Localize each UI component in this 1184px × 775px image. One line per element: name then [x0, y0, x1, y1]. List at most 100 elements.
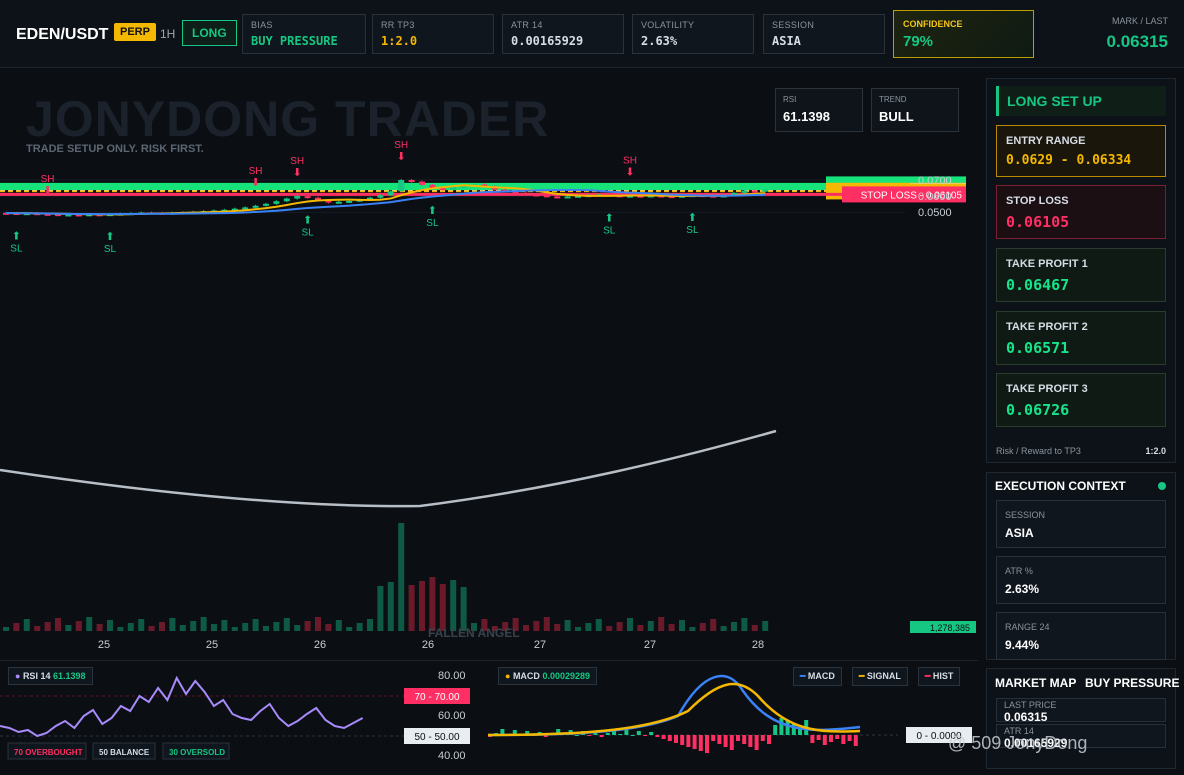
arrow-down-icon: ⬇: [251, 177, 260, 189]
volume-bar: [533, 621, 540, 631]
candle-body: [252, 205, 259, 208]
macd-hist-bar: [705, 735, 709, 753]
x-tick-label: 26: [422, 639, 434, 651]
timeframe-label[interactable]: 1H: [160, 27, 175, 41]
candle-body: [387, 191, 394, 196]
macd-key: ━ MACD: [793, 667, 842, 686]
volume-bar: [231, 627, 238, 631]
exec-range: RANGE 24 9.44%: [996, 612, 1166, 660]
volume-bar: [3, 627, 9, 631]
swing-low-label: SL: [10, 243, 23, 254]
volume-bar: [439, 584, 446, 631]
rsi-tick-label: 40.00: [438, 750, 466, 762]
macd-hist-bar: [661, 735, 666, 739]
volume-bar: [315, 617, 321, 631]
volume-bar: [55, 618, 61, 631]
volume-bar: [283, 618, 290, 631]
x-tick-label: 26: [314, 639, 326, 651]
rsi-tick-label: 60.00: [438, 710, 466, 722]
x-tick-label: 27: [644, 639, 656, 651]
signal-line: [487, 682, 861, 737]
center-watermark: FALLEN ANGEL: [428, 626, 520, 640]
volume-bar: [419, 581, 425, 631]
volume-bar: [408, 585, 415, 631]
volume-bar: [127, 623, 134, 631]
arrow-down-icon: ⬇: [397, 151, 406, 163]
swing-low-label: SL: [301, 228, 314, 239]
price-chart[interactable]: FALLEN ANGELTAKE PROFIT 3 - 0.06726TAKE …: [0, 68, 978, 658]
macd-hist-bar: [841, 735, 846, 744]
volume-bar: [575, 627, 581, 631]
macd-hist-bar: [816, 735, 821, 740]
arrow-up-icon: ⬆: [12, 230, 21, 242]
execution-title: EXECUTION CONTEXT: [995, 479, 1126, 493]
macd-hist-bar: [643, 735, 647, 736]
swing-low-label: SL: [603, 225, 616, 236]
macd-hist-bar: [779, 718, 784, 735]
rsi-legend-item: 70 OVERBOUGHT: [14, 748, 83, 757]
macd-hist-bar: [754, 735, 759, 750]
volume-bar: [460, 587, 467, 631]
volume-bar: [637, 625, 644, 631]
macd-hist-bar: [624, 730, 629, 735]
volume-bar: [356, 623, 363, 631]
macd-hist-bar: [822, 735, 827, 745]
candle-body: [554, 196, 561, 199]
volume-bar: [606, 626, 613, 631]
volume-bar: [221, 620, 228, 631]
stat-rr: RR TP3 1:2.0: [372, 14, 494, 54]
market-badge: PERP: [114, 23, 156, 41]
volume-bar: [190, 621, 197, 631]
chart-canvas[interactable]: FALLEN ANGELTAKE PROFIT 3 - 0.06726TAKE …: [0, 68, 978, 658]
volume-bar: [65, 625, 72, 631]
confidence-box: CONFIDENCE 79%: [893, 10, 1034, 58]
macd-hist-bar: [636, 731, 641, 735]
macd-hist-bar: [810, 735, 815, 743]
rsi-box: RSI 61.1398: [775, 88, 863, 132]
volume-bar: [23, 619, 30, 631]
volume-bar: [44, 622, 51, 631]
y-tick-label: 0.0700: [918, 175, 952, 187]
macd-hist-bar: [853, 735, 858, 746]
volume-bar: [169, 618, 176, 631]
x-tick-label: 25: [206, 639, 218, 651]
volume-bar: [647, 621, 654, 631]
exec-atr: ATR % 2.63%: [996, 556, 1166, 604]
volume-bar: [13, 623, 20, 631]
arrow-up-icon: ⬆: [428, 205, 437, 217]
swing-high-label: SH: [623, 156, 637, 167]
arrow-up-icon: ⬆: [105, 231, 114, 243]
stat-volatility: VOLATILITY 2.63%: [632, 14, 754, 54]
arrow-up-icon: ⬆: [303, 215, 312, 227]
volume-bar: [179, 625, 186, 631]
swing-high-label: SH: [290, 156, 304, 167]
macd-hist-bar: [630, 735, 635, 736]
footer-watermark: @ 509 JonyDong: [948, 733, 1088, 753]
macd-hist-bar: [618, 734, 623, 735]
macd-hist-bar: [835, 735, 840, 739]
volume-bar: [658, 617, 665, 631]
volume-bar: [211, 624, 217, 631]
volume-bar: [585, 623, 592, 631]
volume-bar: [731, 622, 737, 631]
candle-body: [408, 180, 415, 182]
volume-bar: [554, 624, 561, 631]
risk-reward-row: Risk / Reward to TP3 1:2.0: [996, 446, 1166, 456]
macd-legend: ● MACD 0.00029289: [498, 667, 598, 685]
volume-label: 1,278,385: [930, 623, 970, 633]
candle-body: [335, 201, 342, 204]
macd-hist-bar: [847, 735, 852, 741]
macd-hist-bar: [667, 735, 672, 741]
volume-bar: [34, 626, 41, 631]
volume-bar: [138, 619, 145, 631]
candle-body: [533, 194, 540, 197]
volume-bar: [96, 624, 103, 631]
x-tick-label: 27: [534, 639, 546, 651]
volume-bar: [159, 622, 165, 631]
macd-hist-bar: [760, 735, 765, 741]
candle-body: [523, 192, 529, 195]
volume-bar: [304, 621, 311, 631]
volume-bar: [523, 625, 529, 631]
rsi-50-tag-label: 50 - 50.00: [414, 732, 459, 743]
stat-session: SESSION ASIA: [763, 14, 885, 54]
